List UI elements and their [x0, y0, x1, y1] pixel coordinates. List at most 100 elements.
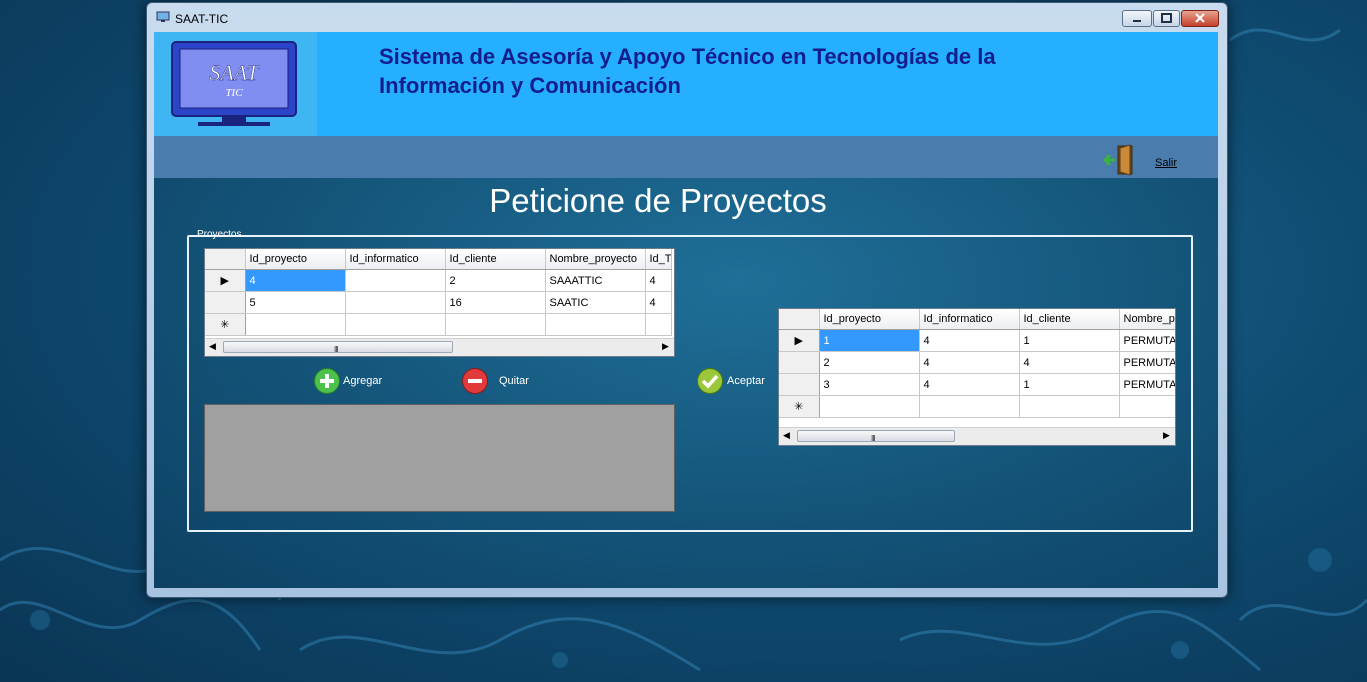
minimize-icon: [1133, 20, 1141, 22]
remove-icon: [462, 368, 488, 394]
table-cell[interactable]: 3: [819, 373, 920, 396]
remove-button[interactable]: Quitar: [461, 367, 541, 397]
app-title: Sistema de Asesoría y Apoyo Técnico en T…: [379, 44, 996, 98]
grid-corner: [779, 309, 820, 330]
page-heading: Peticione de Proyectos: [489, 182, 827, 219]
table-row[interactable]: ▶ 4 2 SAAATTIC 4: [205, 269, 672, 292]
new-row[interactable]: ✳: [779, 395, 1175, 418]
column-header[interactable]: Id_cliente: [445, 249, 546, 270]
add-button[interactable]: Agregar: [313, 367, 393, 397]
table-cell[interactable]: 4: [919, 373, 1020, 396]
scroll-right-icon[interactable]: ▶: [1163, 430, 1170, 441]
table-cell[interactable]: 4: [1019, 351, 1120, 374]
table-cell[interactable]: 4: [919, 329, 1020, 352]
table-cell[interactable]: 4: [645, 291, 672, 314]
table-cell[interactable]: 16: [445, 291, 546, 314]
checkmark-icon: [697, 368, 723, 394]
add-label: Agregar: [343, 375, 383, 387]
table-row[interactable]: 2 4 4 PERMUTA: [779, 351, 1175, 374]
column-header[interactable]: Id_cliente: [1019, 309, 1120, 330]
scroll-right-icon[interactable]: ▶: [662, 341, 669, 352]
scroll-grip: III: [334, 345, 339, 354]
column-header[interactable]: Id_informatico: [345, 249, 446, 270]
grid-header-row: Id_proyecto Id_informatico Id_cliente No…: [205, 249, 672, 270]
table-cell[interactable]: [545, 313, 646, 336]
accept-label: Aceptar: [727, 375, 765, 387]
projects-groupbox: Proyectos Id_proyecto Id_informatico Id_…: [187, 229, 1193, 532]
column-header[interactable]: Id_proyecto: [245, 249, 346, 270]
table-cell[interactable]: 2: [819, 351, 920, 374]
table-row[interactable]: 3 4 1 PERMUTA: [779, 373, 1175, 396]
horizontal-scrollbar[interactable]: ◀ III ▶: [205, 338, 674, 356]
scroll-thumb[interactable]: III: [797, 430, 955, 443]
row-header[interactable]: [779, 351, 820, 374]
table-cell[interactable]: [819, 395, 920, 418]
close-icon: [1195, 13, 1205, 23]
maximize-icon: [1161, 13, 1172, 23]
table-cell[interactable]: [1019, 395, 1120, 418]
table-row[interactable]: 5 16 SAATIC 4: [205, 291, 672, 314]
table-cell[interactable]: [645, 313, 672, 336]
table-cell[interactable]: 2: [445, 269, 546, 292]
exit-button[interactable]: Salir: [1104, 144, 1184, 176]
projects-grid-left[interactable]: Id_proyecto Id_informatico Id_cliente No…: [204, 248, 675, 357]
table-cell[interactable]: 5: [245, 291, 346, 314]
table-cell[interactable]: 4: [645, 269, 672, 292]
toolbar: Salir: [154, 136, 1218, 178]
scroll-left-icon[interactable]: ◀: [783, 430, 790, 441]
column-header[interactable]: Id_proyecto: [819, 309, 920, 330]
add-icon: [314, 368, 340, 394]
table-row[interactable]: ▶ 1 4 1 PERMUTA: [779, 329, 1175, 352]
row-header[interactable]: [205, 291, 246, 314]
column-header[interactable]: Id_T: [645, 249, 672, 270]
minimize-button[interactable]: [1122, 10, 1152, 27]
row-header-current[interactable]: ▶: [779, 329, 820, 352]
table-cell[interactable]: [245, 313, 346, 336]
column-header[interactable]: Nombre_proyecto: [545, 249, 646, 270]
accept-button[interactable]: Aceptar: [696, 367, 776, 397]
window-title: SAAT-TIC: [175, 12, 229, 26]
logo-text: SAAT: [209, 60, 260, 85]
grid-header-row: Id_proyecto Id_informatico Id_cliente No…: [779, 309, 1175, 330]
table-cell[interactable]: [345, 269, 446, 292]
table-cell[interactable]: SAAATTIC: [545, 269, 646, 292]
title-bar[interactable]: SAAT-TIC: [147, 3, 1227, 31]
close-button[interactable]: [1181, 10, 1219, 27]
grid-corner: [205, 249, 246, 270]
table-cell[interactable]: [1119, 395, 1175, 418]
table-cell[interactable]: PERMUTA: [1119, 351, 1175, 374]
maximize-button[interactable]: [1153, 10, 1180, 27]
scroll-left-icon[interactable]: ◀: [209, 341, 216, 352]
exit-label: Salir: [1155, 157, 1178, 169]
column-header[interactable]: Nombre_p: [1119, 309, 1175, 330]
table-cell[interactable]: SAATIC: [545, 291, 646, 314]
monitor-icon: [156, 11, 170, 22]
new-row-asterisk-icon[interactable]: ✳: [205, 313, 246, 336]
table-cell[interactable]: [919, 395, 1020, 418]
column-header[interactable]: Id_informatico: [919, 309, 1020, 330]
row-header[interactable]: [779, 373, 820, 396]
header-banner: SAAT TIC Sistema de Asesoría y Apoyo Téc…: [154, 32, 1218, 136]
table-cell[interactable]: 1: [819, 329, 920, 352]
new-row-asterisk-icon[interactable]: ✳: [779, 395, 820, 418]
form-client-area: SAAT TIC Sistema de Asesoría y Apoyo Téc…: [154, 32, 1218, 588]
table-cell[interactable]: 1: [1019, 329, 1120, 352]
row-header-current[interactable]: ▶: [205, 269, 246, 292]
horizontal-scrollbar[interactable]: ◀ III ▶: [779, 427, 1175, 445]
table-cell[interactable]: 1: [1019, 373, 1120, 396]
table-cell[interactable]: PERMUTA: [1119, 329, 1175, 352]
new-row[interactable]: ✳: [205, 313, 672, 336]
scroll-thumb[interactable]: III: [223, 341, 453, 354]
door-exit-icon: [1104, 144, 1133, 176]
table-cell[interactable]: [445, 313, 546, 336]
table-cell[interactable]: 4: [919, 351, 1020, 374]
table-cell[interactable]: PERMUTA: [1119, 373, 1175, 396]
scroll-grip: III: [871, 434, 876, 443]
groupbox-legend: Proyectos: [197, 229, 242, 240]
table-cell[interactable]: [345, 313, 446, 336]
logo-subtext: TIC: [225, 87, 243, 99]
projects-grid-right[interactable]: Id_proyecto Id_informatico Id_cliente No…: [778, 308, 1176, 446]
app-window: SAAT-TIC SAAT TIC Sistema de Asesoría y …: [146, 2, 1228, 598]
table-cell[interactable]: [345, 291, 446, 314]
table-cell[interactable]: 4: [245, 269, 346, 292]
